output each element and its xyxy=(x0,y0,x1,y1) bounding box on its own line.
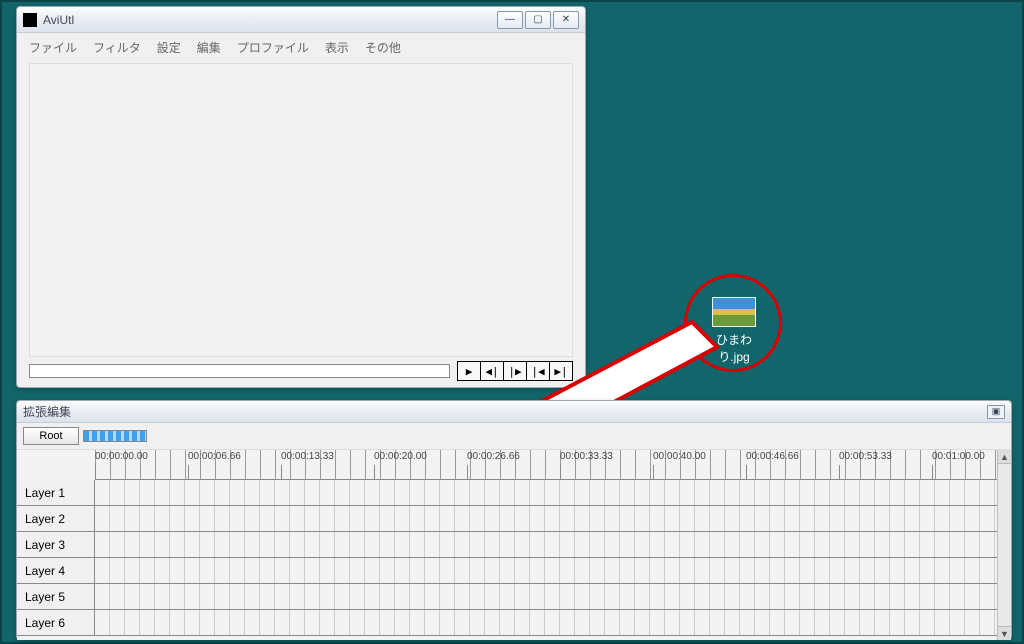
step-back-button[interactable]: ◀| xyxy=(480,361,504,381)
layer-row[interactable]: Layer 2 xyxy=(17,506,1011,532)
layer-track[interactable] xyxy=(95,584,1011,609)
aviutl-menubar: ファイル フィルタ 設定 編集 プロファイル 表示 その他 xyxy=(17,33,585,62)
ruler-tick: 00:00:20.00 xyxy=(374,451,467,462)
layer-track[interactable] xyxy=(95,532,1011,557)
maximize-button[interactable]: ▢ xyxy=(525,11,551,29)
layer-row[interactable]: Layer 3 xyxy=(17,532,1011,558)
menu-file[interactable]: ファイル xyxy=(23,37,83,58)
seek-track[interactable] xyxy=(29,364,450,378)
play-button[interactable]: ▶ xyxy=(457,361,481,381)
scroll-up-icon[interactable]: ▲ xyxy=(998,450,1011,464)
timeline-titlebar[interactable]: 拡張編集 ▣ xyxy=(17,401,1011,423)
layer-track[interactable] xyxy=(95,506,1011,531)
step-forward-button[interactable]: |▶ xyxy=(503,361,527,381)
layer-name[interactable]: Layer 4 xyxy=(17,558,95,583)
layer-name[interactable]: Layer 2 xyxy=(17,506,95,531)
zoom-slider[interactable] xyxy=(83,430,147,442)
aviutl-app-icon xyxy=(23,13,37,27)
go-start-button[interactable]: |◀ xyxy=(526,361,550,381)
layer-row[interactable]: Layer 1 xyxy=(17,480,1011,506)
menu-edit[interactable]: 編集 xyxy=(191,37,227,58)
root-button[interactable]: Root xyxy=(23,427,79,445)
playback-buttons: ▶ ◀| |▶ |◀ ▶| xyxy=(458,361,573,381)
timeline-window: 拡張編集 ▣ Root 00:00:00.00 00:00:06.66 00:0… xyxy=(16,400,1012,640)
ruler-tick: 00:00:33.33 xyxy=(560,451,653,462)
layer-track[interactable] xyxy=(95,480,1011,505)
ruler-tick: 00:00:00.00 xyxy=(95,451,188,462)
layer-name[interactable]: Layer 1 xyxy=(17,480,95,505)
layer-row[interactable]: Layer 6 xyxy=(17,610,1011,636)
timeline-title: 拡張編集 xyxy=(23,403,987,420)
ruler-tick: 00:00:26.66 xyxy=(467,451,560,462)
close-button[interactable]: ✕ xyxy=(553,11,579,29)
annotation-circle xyxy=(684,274,782,372)
layer-name[interactable]: Layer 5 xyxy=(17,584,95,609)
ruler-tick: 00:00:13.33 xyxy=(281,451,374,462)
aviutl-titlebar[interactable]: AviUtl — ▢ ✕ xyxy=(17,7,585,33)
aviutl-title: AviUtl xyxy=(43,13,495,27)
layer-track[interactable] xyxy=(95,558,1011,583)
layer-name[interactable]: Layer 3 xyxy=(17,532,95,557)
timeline-close-button[interactable]: ▣ xyxy=(987,405,1005,419)
menu-other[interactable]: その他 xyxy=(359,37,407,58)
go-end-button[interactable]: ▶| xyxy=(549,361,573,381)
ruler-tick: 00:00:40.00 xyxy=(653,451,746,462)
timeline-ruler[interactable]: 00:00:00.00 00:00:06.66 00:00:13.33 00:0… xyxy=(95,450,1011,480)
scroll-down-icon[interactable]: ▼ xyxy=(998,626,1011,640)
menu-settings[interactable]: 設定 xyxy=(151,37,187,58)
ruler-tick: 00:00:46.66 xyxy=(746,451,839,462)
layer-name[interactable]: Layer 6 xyxy=(17,610,95,635)
timeline-toolbar: Root xyxy=(17,423,1011,450)
ruler-tick: 00:00:53.33 xyxy=(839,451,932,462)
ruler-tick: 00:00:06.66 xyxy=(188,451,281,462)
layer-row[interactable]: Layer 4 xyxy=(17,558,1011,584)
timeline-body: 00:00:00.00 00:00:06.66 00:00:13.33 00:0… xyxy=(17,450,1011,640)
vertical-scrollbar[interactable]: ▲ ▼ xyxy=(997,450,1011,640)
preview-viewport xyxy=(29,63,573,357)
minimize-button[interactable]: — xyxy=(497,11,523,29)
menu-profile[interactable]: プロファイル xyxy=(231,37,315,58)
menu-filter[interactable]: フィルタ xyxy=(87,37,147,58)
playback-bar: ▶ ◀| |▶ |◀ ▶| xyxy=(29,361,573,381)
layer-track[interactable] xyxy=(95,610,1011,635)
layer-row[interactable]: Layer 5 xyxy=(17,584,1011,610)
aviutl-window: AviUtl — ▢ ✕ ファイル フィルタ 設定 編集 プロファイル 表示 そ… xyxy=(16,6,586,388)
menu-view[interactable]: 表示 xyxy=(319,37,355,58)
